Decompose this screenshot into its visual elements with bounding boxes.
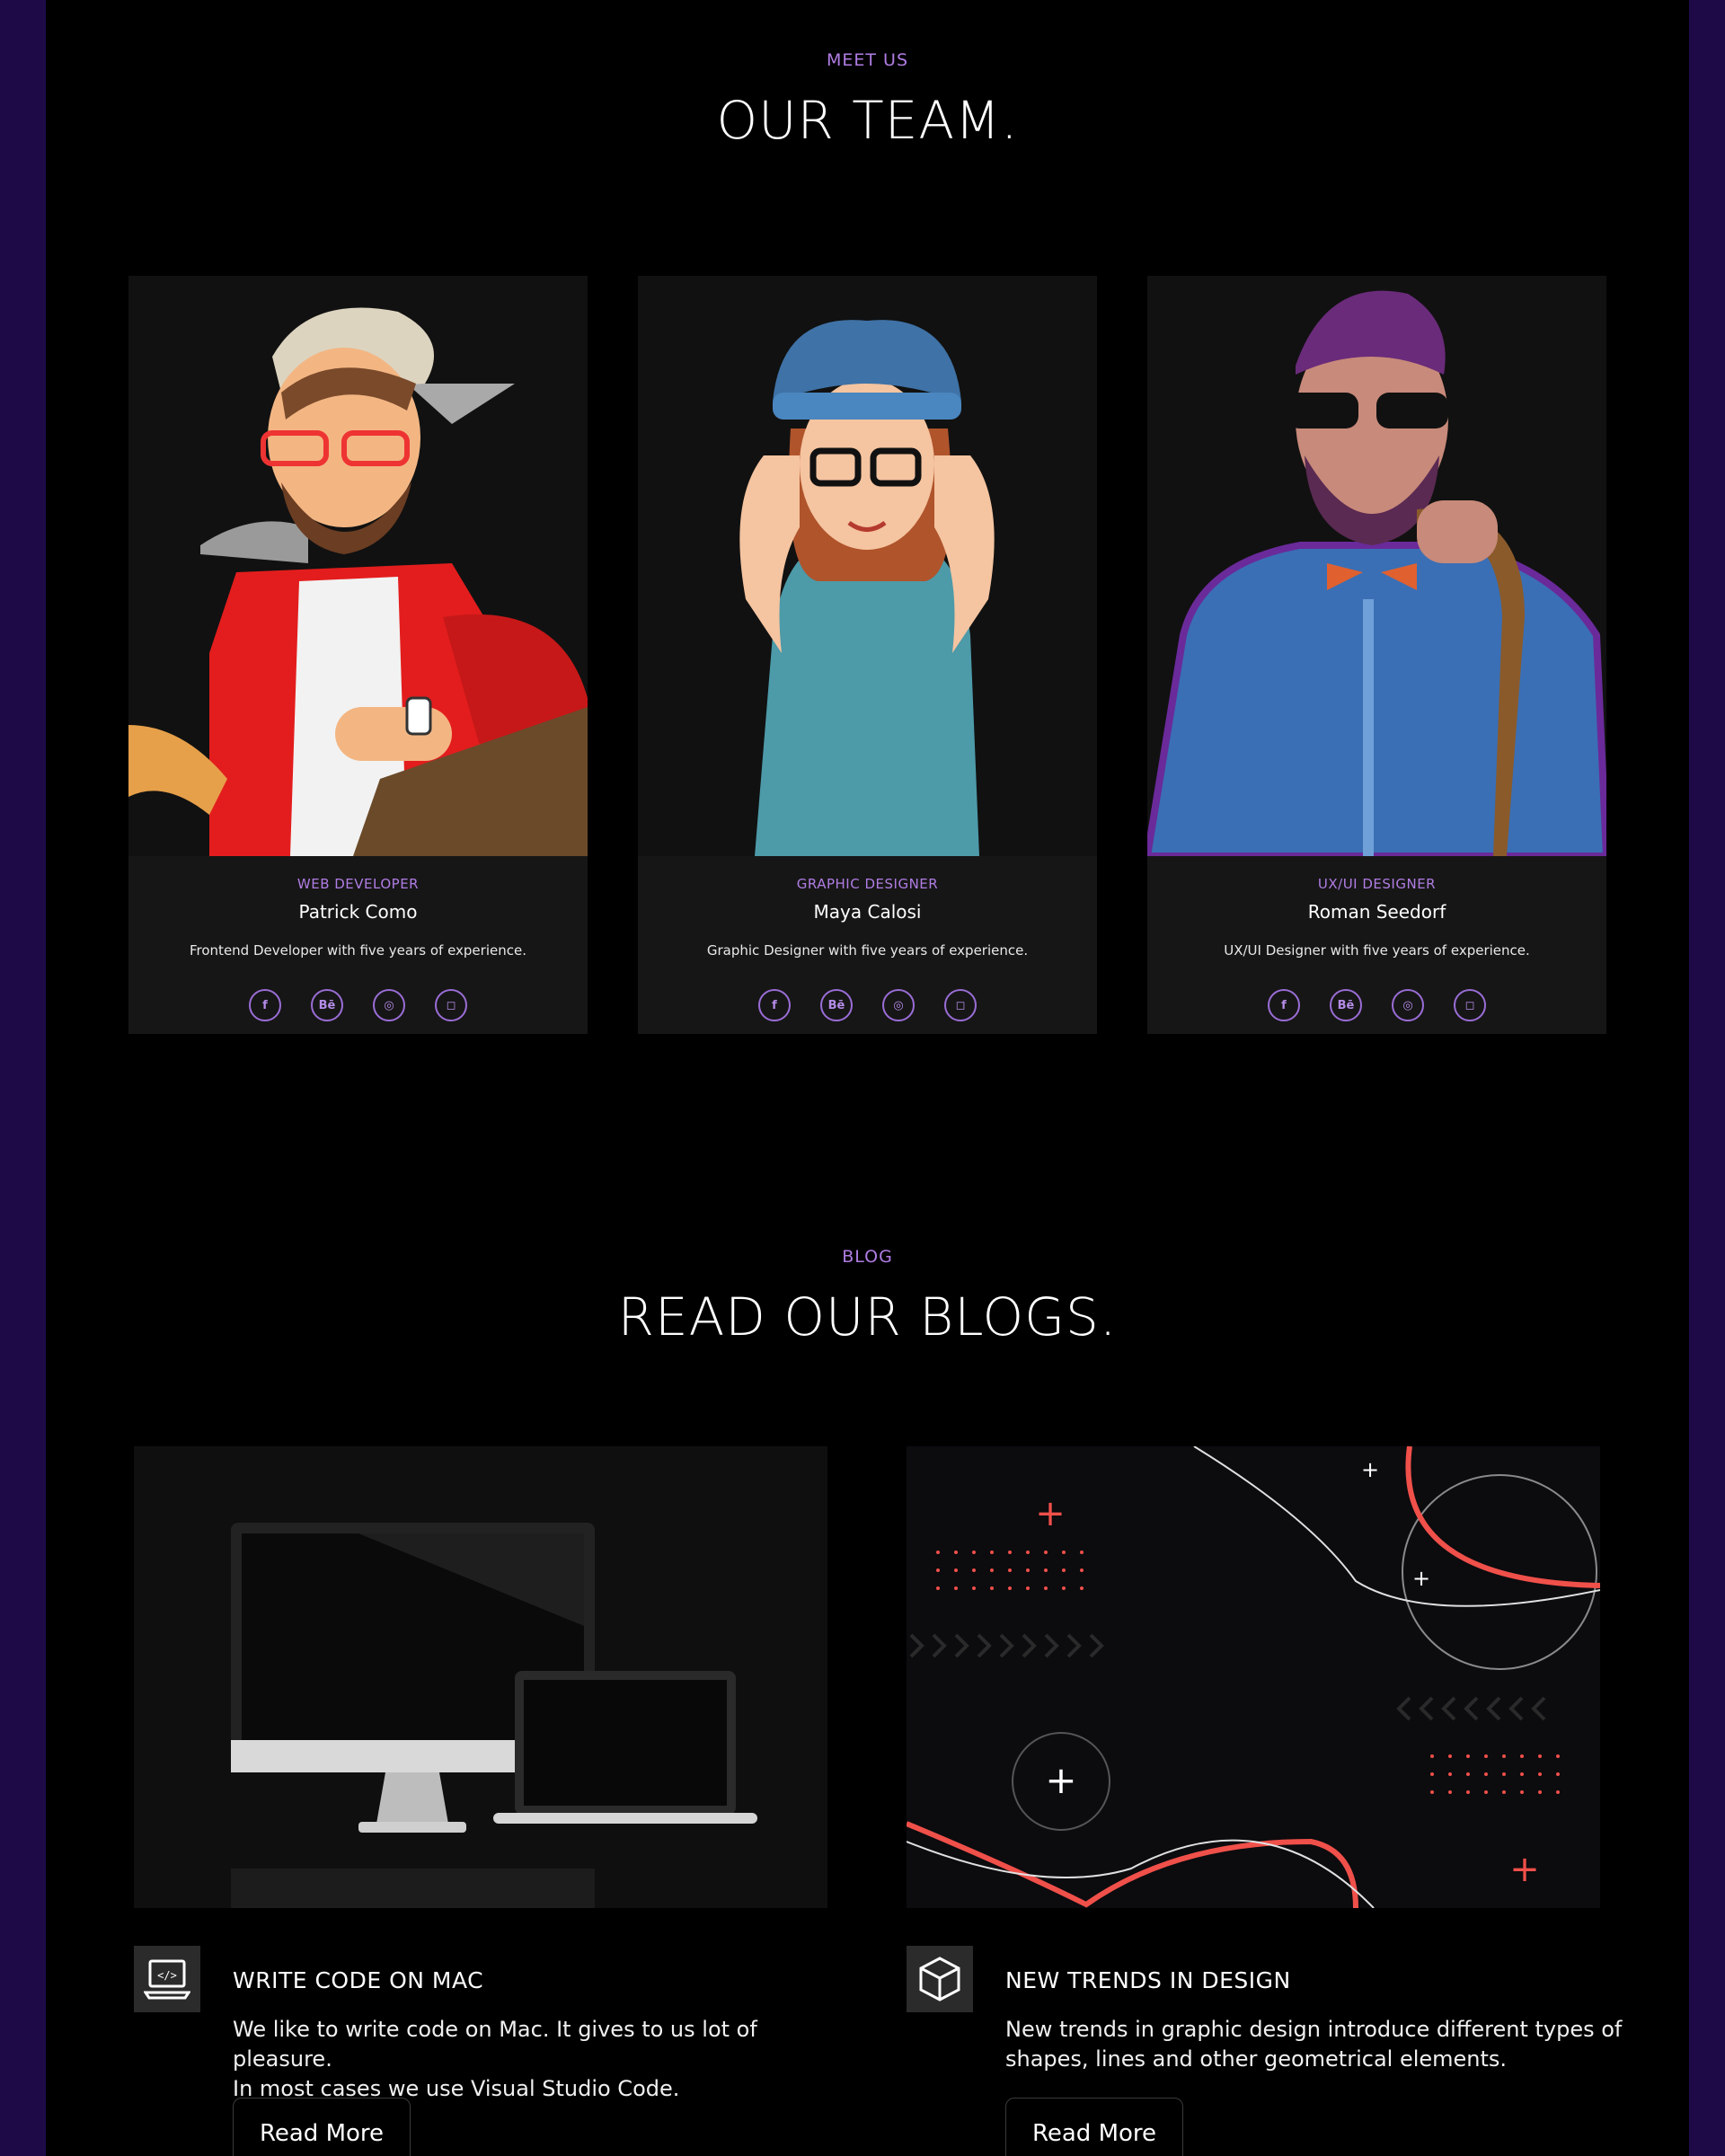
team-info-patrick: WEB DEVELOPER Patrick Como Frontend Deve… [128, 856, 588, 1034]
bearded-man-illustration [1147, 276, 1606, 856]
left-sidebar-band [0, 0, 46, 2156]
team-description: Frontend Developer with five years of ex… [190, 942, 526, 959]
team-name: Maya Calosi [813, 901, 922, 923]
hipster-developer-illustration [128, 276, 588, 856]
blog-excerpt-mac: We like to write code on Mac. It gives t… [233, 2015, 862, 2104]
team-card-patrick: WEB DEVELOPER Patrick Como Frontend Deve… [128, 276, 588, 1034]
blog-excerpt-line: We like to write code on Mac. It gives t… [233, 2017, 757, 2072]
team-name: Patrick Como [298, 901, 418, 923]
team-info-maya: GRAPHIC DESIGNER Maya Calosi Graphic Des… [638, 856, 1097, 1034]
blog-heading: READ OUR BLOGS. [617, 1286, 1118, 1348]
woman-glasses-illustration [638, 276, 1097, 856]
team-description: UX/UI Designer with five years of experi… [1224, 942, 1530, 959]
code-icon-text: </> [157, 1969, 177, 1982]
team-heading: OUR TEAM. [716, 90, 1019, 151]
dribbble-icon[interactable]: ◎ [1392, 989, 1424, 1021]
svg-text:+: + [1509, 1849, 1540, 1890]
cube-icon [907, 1946, 973, 2012]
team-name: Roman Seedorf [1307, 901, 1446, 923]
team-role: GRAPHIC DESIGNER [796, 876, 939, 892]
team-role: WEB DEVELOPER [296, 876, 420, 892]
instagram-icon[interactable]: ◻ [944, 989, 977, 1021]
blog-title-mac[interactable]: WRITE CODE ON MAC [233, 1967, 483, 1993]
facebook-icon[interactable]: f [249, 989, 281, 1021]
blog-excerpt-line: New trends in graphic design introduce d… [1005, 2017, 1623, 2042]
code-laptop-icon: </> [134, 1946, 200, 2012]
dribbble-icon[interactable]: ◎ [373, 989, 405, 1021]
team-card-maya: GRAPHIC DESIGNER Maya Calosi Graphic Des… [638, 276, 1097, 1034]
team-photo-maya [638, 276, 1097, 856]
geometric-shapes-illustration: + + + + + [907, 1446, 1600, 1908]
svg-text:+: + [1035, 1493, 1066, 1534]
social-links: f Bē ◎ ◻ [638, 989, 1097, 1021]
behance-icon[interactable]: Bē [820, 989, 853, 1021]
team-role: UX/UI DESIGNER [1317, 876, 1437, 892]
page-content: MEET US OUR TEAM. WEB DEVELOPER Patrick … [46, 0, 1689, 2156]
instagram-icon[interactable]: ◻ [1454, 989, 1486, 1021]
behance-icon[interactable]: Bē [311, 989, 343, 1021]
team-description: Graphic Designer with five years of expe… [706, 942, 1029, 959]
read-more-button-trends[interactable]: Read More [1005, 2098, 1183, 2156]
team-eyebrow: MEET US [826, 50, 908, 70]
social-links: f Bē ◎ ◻ [1147, 989, 1606, 1021]
mac-devices-illustration [134, 1446, 827, 1908]
behance-icon[interactable]: Bē [1330, 989, 1362, 1021]
svg-text:+: + [1045, 1758, 1076, 1802]
blog-image-trends[interactable]: + + + + + [907, 1446, 1600, 1908]
facebook-icon[interactable]: f [758, 989, 791, 1021]
instagram-icon[interactable]: ◻ [435, 989, 467, 1021]
social-links: f Bē ◎ ◻ [128, 989, 588, 1021]
svg-text:+: + [1412, 1566, 1430, 1591]
team-card-roman: UX/UI DESIGNER Roman Seedorf UX/UI Desig… [1147, 276, 1606, 1034]
svg-text:+: + [1361, 1457, 1379, 1482]
team-photo-patrick [128, 276, 588, 856]
team-photo-roman [1147, 276, 1606, 856]
read-more-button-mac[interactable]: Read More [233, 2098, 411, 2156]
blog-excerpt-trends: New trends in graphic design introduce d… [1005, 2015, 1634, 2074]
blog-image-mac[interactable] [134, 1446, 827, 1908]
blog-eyebrow: BLOG [842, 1247, 893, 1267]
facebook-icon[interactable]: f [1268, 989, 1300, 1021]
dribbble-icon[interactable]: ◎ [882, 989, 915, 1021]
blog-title-trends[interactable]: NEW TRENDS IN DESIGN [1005, 1967, 1291, 1993]
team-info-roman: UX/UI DESIGNER Roman Seedorf UX/UI Desig… [1147, 856, 1606, 1034]
blog-excerpt-line: shapes, lines and other geometrical elem… [1005, 2046, 1508, 2072]
